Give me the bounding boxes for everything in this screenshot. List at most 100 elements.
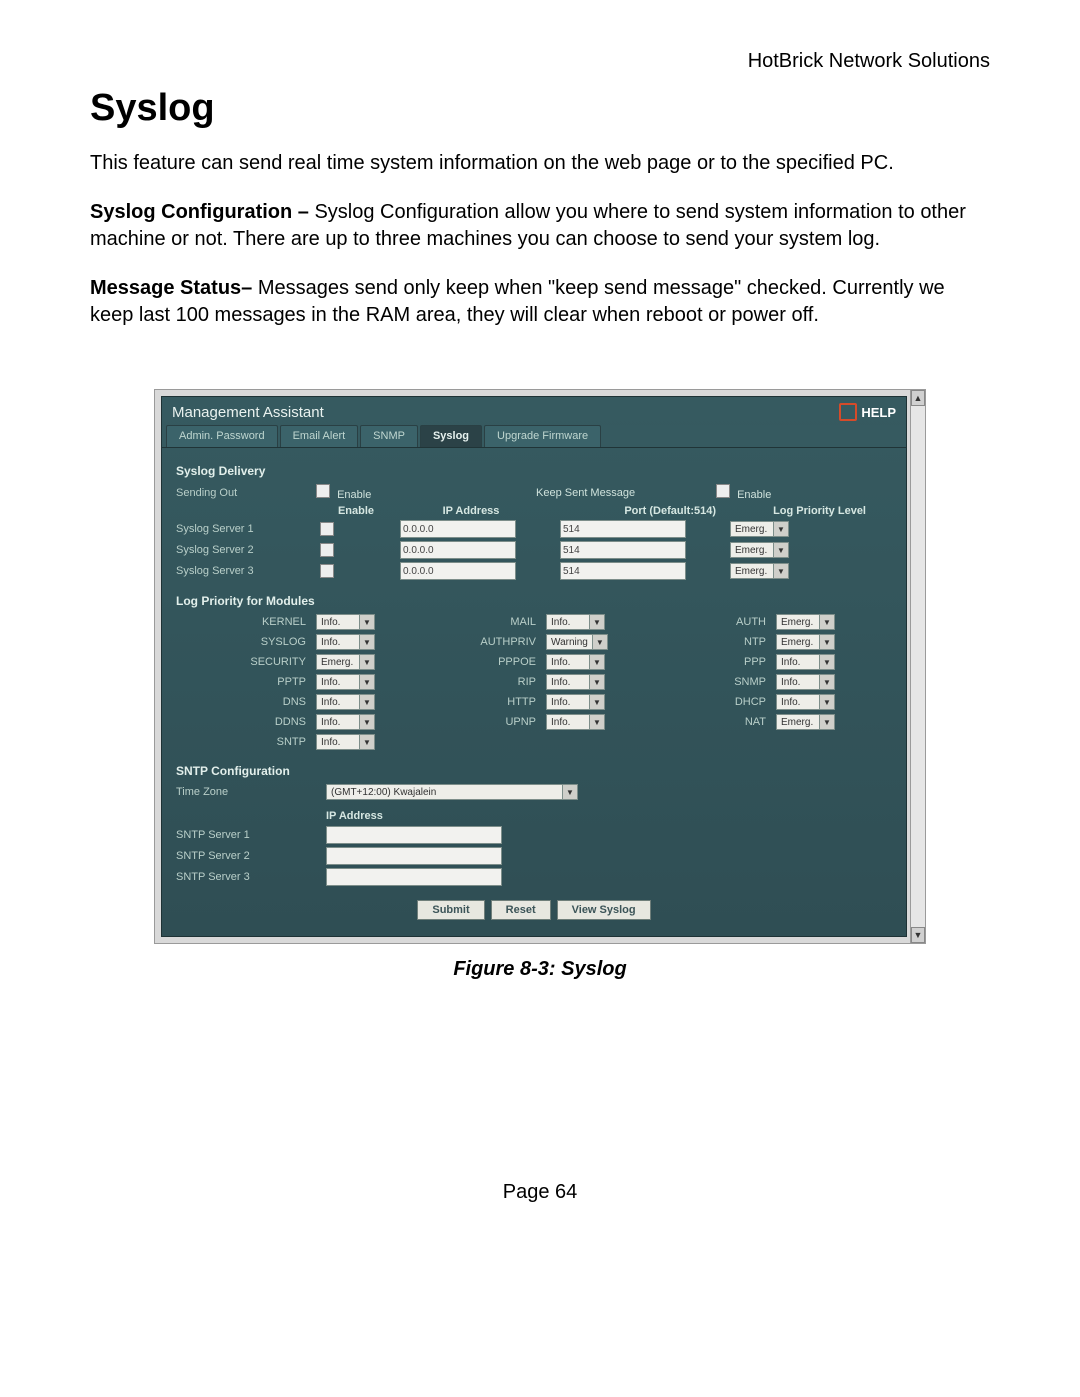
page-title: Syslog [90, 87, 990, 130]
module-level-select[interactable]: Info.▼ [776, 654, 835, 670]
scrollbar[interactable]: ▲ ▼ [910, 390, 925, 943]
sntp1-label: SNTP Server 1 [176, 829, 326, 841]
module-label: NAT [626, 716, 776, 728]
module-level-select[interactable]: Info.▼ [316, 714, 375, 730]
module-level-select[interactable]: Emerg.▼ [776, 634, 835, 650]
module-grid: KERNELInfo.▼MAILInfo.▼AUTHEmerg.▼SYSLOGI… [176, 614, 892, 750]
module-label: DHCP [626, 696, 776, 708]
module-level-select[interactable]: Emerg.▼ [776, 614, 835, 630]
server-row-2: Syslog Server 2 Emerg.▼ [176, 541, 892, 559]
help-link[interactable]: HELP [839, 403, 896, 421]
chevron-down-icon: ▼ [773, 543, 788, 557]
chevron-down-icon: ▼ [562, 785, 577, 799]
view-syslog-button[interactable]: View Syslog [557, 900, 651, 920]
module-level-select[interactable]: Info.▼ [776, 674, 835, 690]
module-level-select[interactable]: Emerg.▼ [776, 714, 835, 730]
server3-port-input[interactable] [560, 562, 686, 580]
reset-button[interactable]: Reset [491, 900, 551, 920]
server3-label: Syslog Server 3 [176, 565, 316, 577]
module-level-select[interactable]: Emerg.▼ [316, 654, 375, 670]
scroll-down-button[interactable]: ▼ [911, 927, 925, 943]
tab-upgrade-firmware[interactable]: Upgrade Firmware [484, 425, 601, 447]
module-label: AUTH [626, 616, 776, 628]
chevron-down-icon: ▼ [819, 695, 834, 709]
col-log: Log Priority Level [716, 505, 866, 517]
server2-level-select[interactable]: Emerg.▼ [730, 542, 789, 558]
sntp2-label: SNTP Server 2 [176, 850, 326, 862]
server1-enable-checkbox[interactable] [320, 522, 334, 536]
server3-ip-input[interactable] [400, 562, 516, 580]
chevron-down-icon: ▼ [819, 615, 834, 629]
chevron-down-icon: ▼ [819, 715, 834, 729]
module-label: PPP [626, 656, 776, 668]
module-label: PPTP [176, 676, 316, 688]
server1-port-input[interactable] [560, 520, 686, 538]
screenshot-panel: ▲ ▼ Management Assistant HELP Admin. Pas… [154, 389, 926, 944]
chevron-down-icon: ▼ [359, 715, 374, 729]
sending-out-checkbox[interactable] [316, 484, 330, 498]
section-log-priority: Log Priority for Modules [176, 594, 892, 608]
module-level-select[interactable]: Info.▼ [316, 694, 375, 710]
keep-sent-checkbox[interactable] [716, 484, 730, 498]
tab-syslog[interactable]: Syslog [420, 425, 482, 447]
server3-level-select[interactable]: Emerg.▼ [730, 563, 789, 579]
module-level-select[interactable]: Info.▼ [546, 674, 605, 690]
tab-admin-password[interactable]: Admin. Password [166, 425, 278, 447]
message-status-paragraph: Message Status– Messages send only keep … [90, 275, 990, 329]
module-level-select[interactable]: Info.▼ [316, 674, 375, 690]
sntp3-input[interactable] [326, 868, 502, 886]
intro-paragraph: This feature can send real time system i… [90, 150, 990, 177]
module-level-select[interactable]: Info.▼ [776, 694, 835, 710]
module-level-select[interactable]: Info.▼ [546, 694, 605, 710]
module-label: DDNS [176, 716, 316, 728]
module-level-select[interactable]: Info.▼ [316, 634, 375, 650]
tab-snmp[interactable]: SNMP [360, 425, 418, 447]
chevron-down-icon: ▼ [359, 675, 374, 689]
server2-ip-input[interactable] [400, 541, 516, 559]
server1-ip-input[interactable] [400, 520, 516, 538]
scroll-up-button[interactable]: ▲ [911, 390, 925, 406]
chevron-down-icon: ▼ [359, 735, 374, 749]
module-label: SNMP [626, 676, 776, 688]
module-label: MAIL [396, 616, 546, 628]
panel-title: Management Assistant [172, 404, 324, 421]
module-label: UPNP [396, 716, 546, 728]
module-level-select[interactable]: Info.▼ [546, 654, 605, 670]
sntp2-input[interactable] [326, 847, 502, 865]
server2-enable-checkbox[interactable] [320, 543, 334, 557]
module-level-select[interactable]: Info.▼ [316, 614, 375, 630]
chevron-down-icon: ▼ [359, 695, 374, 709]
server2-port-input[interactable] [560, 541, 686, 559]
module-level-select[interactable]: Info.▼ [316, 734, 375, 750]
module-label: KERNEL [176, 616, 316, 628]
module-label: NTP [626, 636, 776, 648]
col-enable: Enable [316, 505, 396, 517]
tz-label: Time Zone [176, 786, 326, 798]
module-label: SECURITY [176, 656, 316, 668]
keep-sent-enable-text: Enable [737, 489, 771, 501]
chevron-down-icon: ▼ [589, 715, 604, 729]
sntp-ip-heading: IP Address [326, 810, 892, 822]
server-row-3: Syslog Server 3 Emerg.▼ [176, 562, 892, 580]
module-level-select[interactable]: Info.▼ [546, 614, 605, 630]
tab-email-alert[interactable]: Email Alert [280, 425, 359, 447]
chevron-down-icon: ▼ [819, 635, 834, 649]
server1-level-select[interactable]: Emerg.▼ [730, 521, 789, 537]
sntp1-input[interactable] [326, 826, 502, 844]
server3-enable-checkbox[interactable] [320, 564, 334, 578]
section-syslog-delivery: Syslog Delivery [176, 464, 892, 478]
page-footer: Page 64 [90, 1181, 990, 1204]
col-port: Port (Default:514) [546, 505, 716, 517]
module-level-select[interactable]: Info.▼ [546, 714, 605, 730]
message-status-label: Message Status– [90, 277, 258, 299]
submit-button[interactable]: Submit [417, 900, 484, 920]
syslog-config-label: Syslog Configuration – [90, 201, 314, 223]
sntp3-label: SNTP Server 3 [176, 871, 326, 883]
server1-label: Syslog Server 1 [176, 523, 316, 535]
help-label: HELP [861, 405, 896, 420]
chevron-down-icon: ▼ [359, 615, 374, 629]
chevron-down-icon: ▼ [592, 635, 607, 649]
tz-select[interactable]: (GMT+12:00) Kwajalein ▼ [326, 784, 578, 800]
page-header-right: HotBrick Network Solutions [90, 50, 990, 73]
module-level-select[interactable]: Warning▼ [546, 634, 608, 650]
